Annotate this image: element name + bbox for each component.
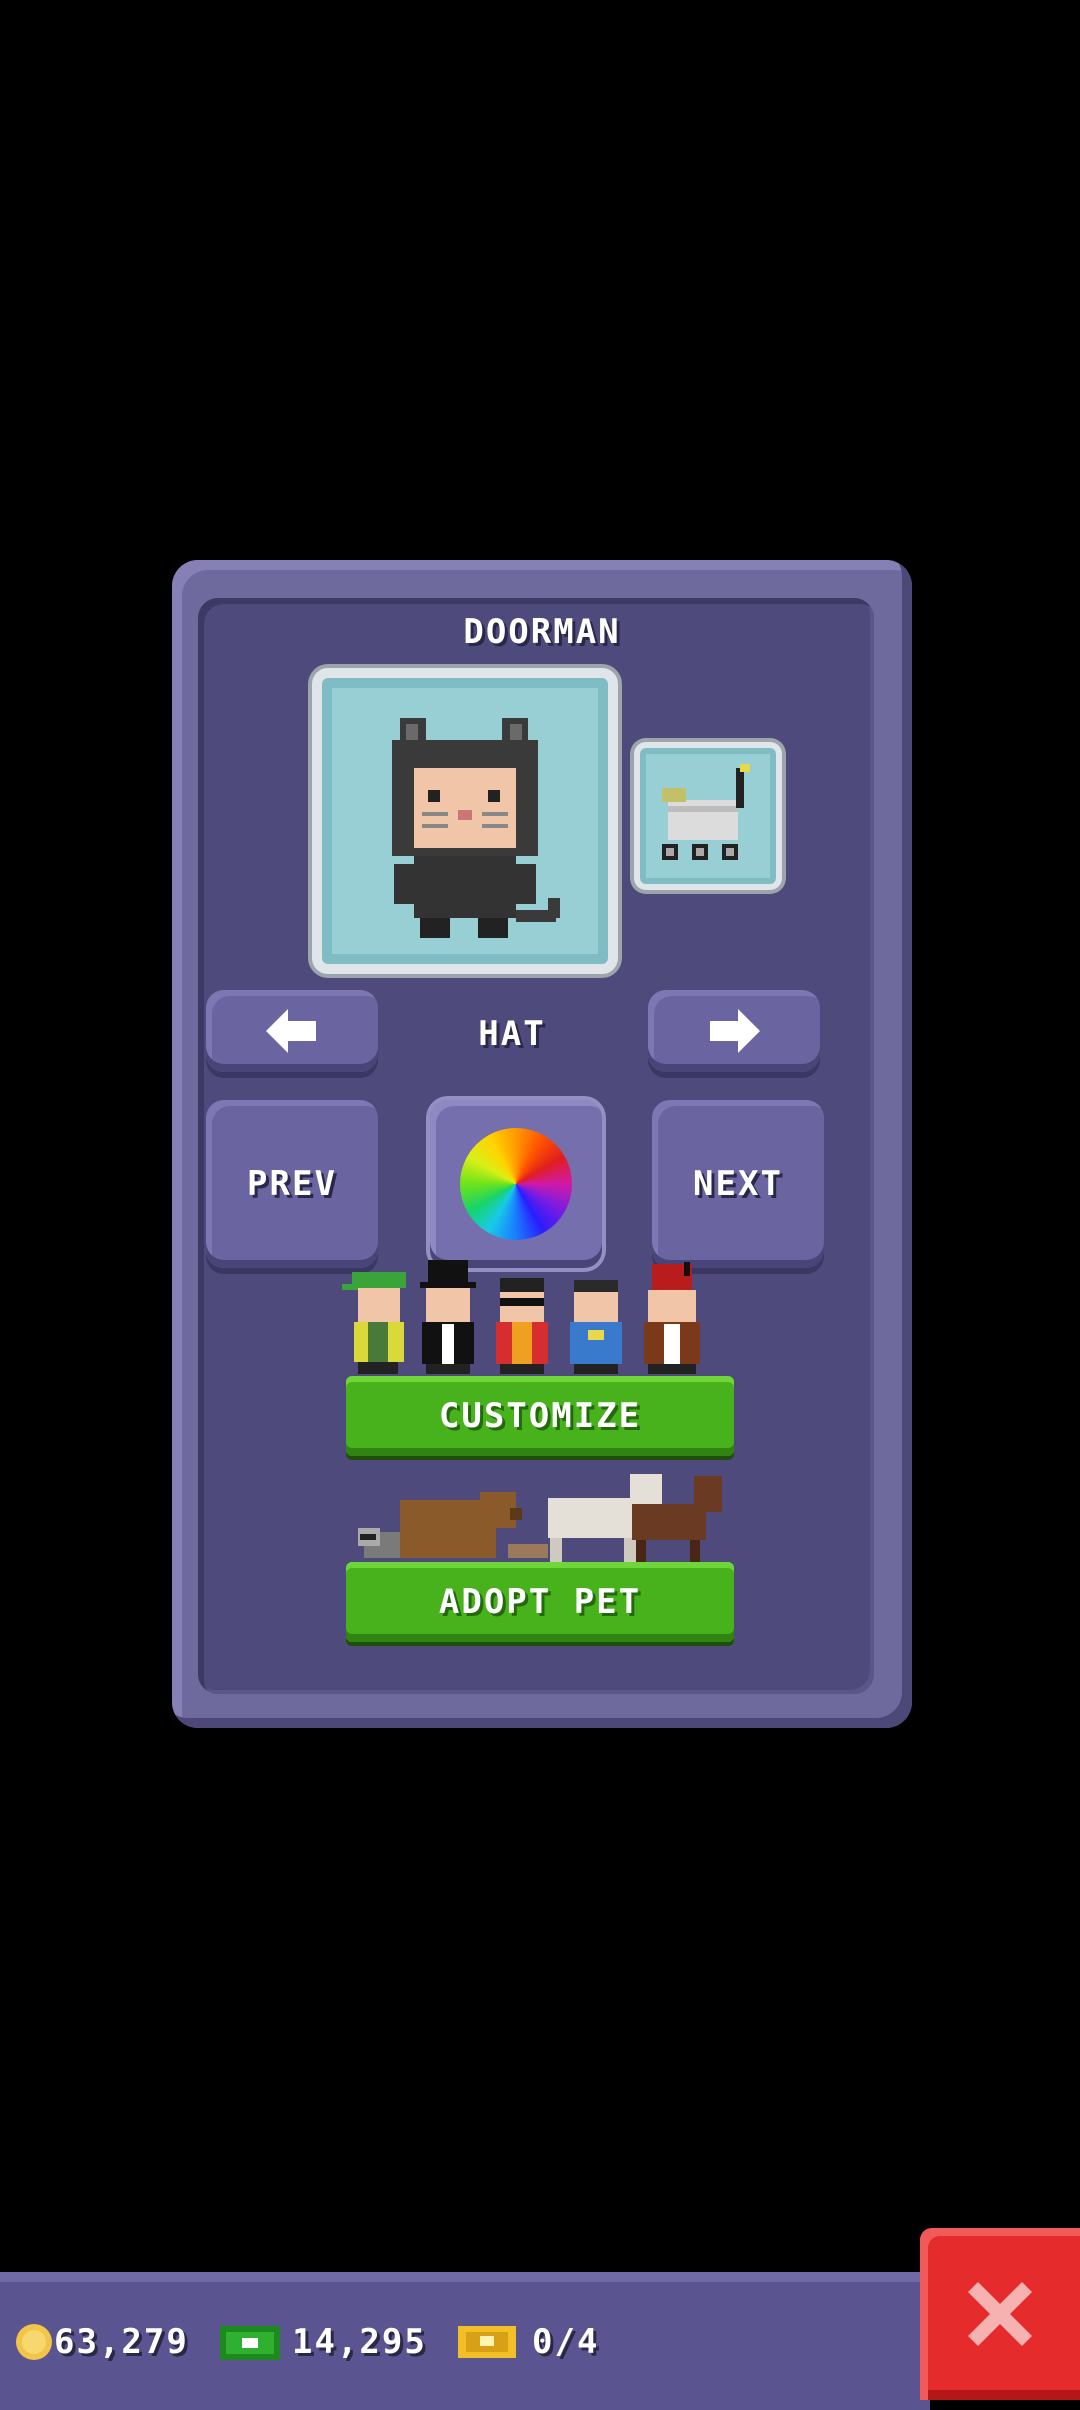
currency-bar: 63,279 14,295 0/4	[0, 2272, 930, 2410]
pets-illustration	[358, 1474, 722, 1564]
coins-stat: 63,279	[14, 2322, 189, 2362]
adopt-pet-button[interactable]: ADOPT PET	[346, 1562, 734, 1642]
dialog-title: DOORMAN	[463, 612, 621, 652]
arrow-right-icon	[710, 1009, 760, 1053]
stroller-icon	[662, 764, 750, 860]
cat-costume-character-icon	[392, 718, 560, 938]
coins-value: 63,279	[54, 2322, 189, 2362]
bux-value: 14,295	[292, 2322, 427, 2362]
prev-button[interactable]: PREV	[206, 1100, 378, 1268]
color-wheel-icon	[460, 1128, 572, 1240]
tickets-value: 0/4	[532, 2322, 600, 2362]
previous-slot-button[interactable]	[206, 990, 378, 1072]
customize-button[interactable]: CUSTOMIZE	[346, 1376, 734, 1456]
next-slot-button[interactable]	[648, 990, 820, 1072]
customize-button-label: CUSTOMIZE	[438, 1396, 642, 1436]
tickets-stat: 0/4	[456, 2322, 599, 2362]
workers-illustration	[342, 1260, 700, 1374]
next-button[interactable]: NEXT	[652, 1100, 824, 1268]
pet-thumbnail[interactable]	[634, 742, 782, 890]
close-button[interactable]	[920, 2228, 1080, 2400]
customize-dialog: DOORMAN HAT PREV NEXT CUSTOMIZE ADOPT PE…	[172, 560, 912, 1728]
color-picker-button[interactable]	[430, 1100, 602, 1268]
bux-icon	[220, 2326, 280, 2360]
prev-button-label: PREV	[247, 1164, 337, 1204]
close-icon	[968, 2282, 1032, 2346]
slot-label: HAT	[478, 1014, 546, 1054]
character-portrait	[312, 668, 618, 974]
ticket-icon	[458, 2326, 516, 2358]
bux-stat: 14,295	[218, 2322, 427, 2362]
arrow-left-icon	[266, 1009, 316, 1053]
next-button-label: NEXT	[693, 1164, 783, 1204]
adopt-pet-button-label: ADOPT PET	[438, 1582, 642, 1622]
coin-icon	[16, 2324, 52, 2360]
